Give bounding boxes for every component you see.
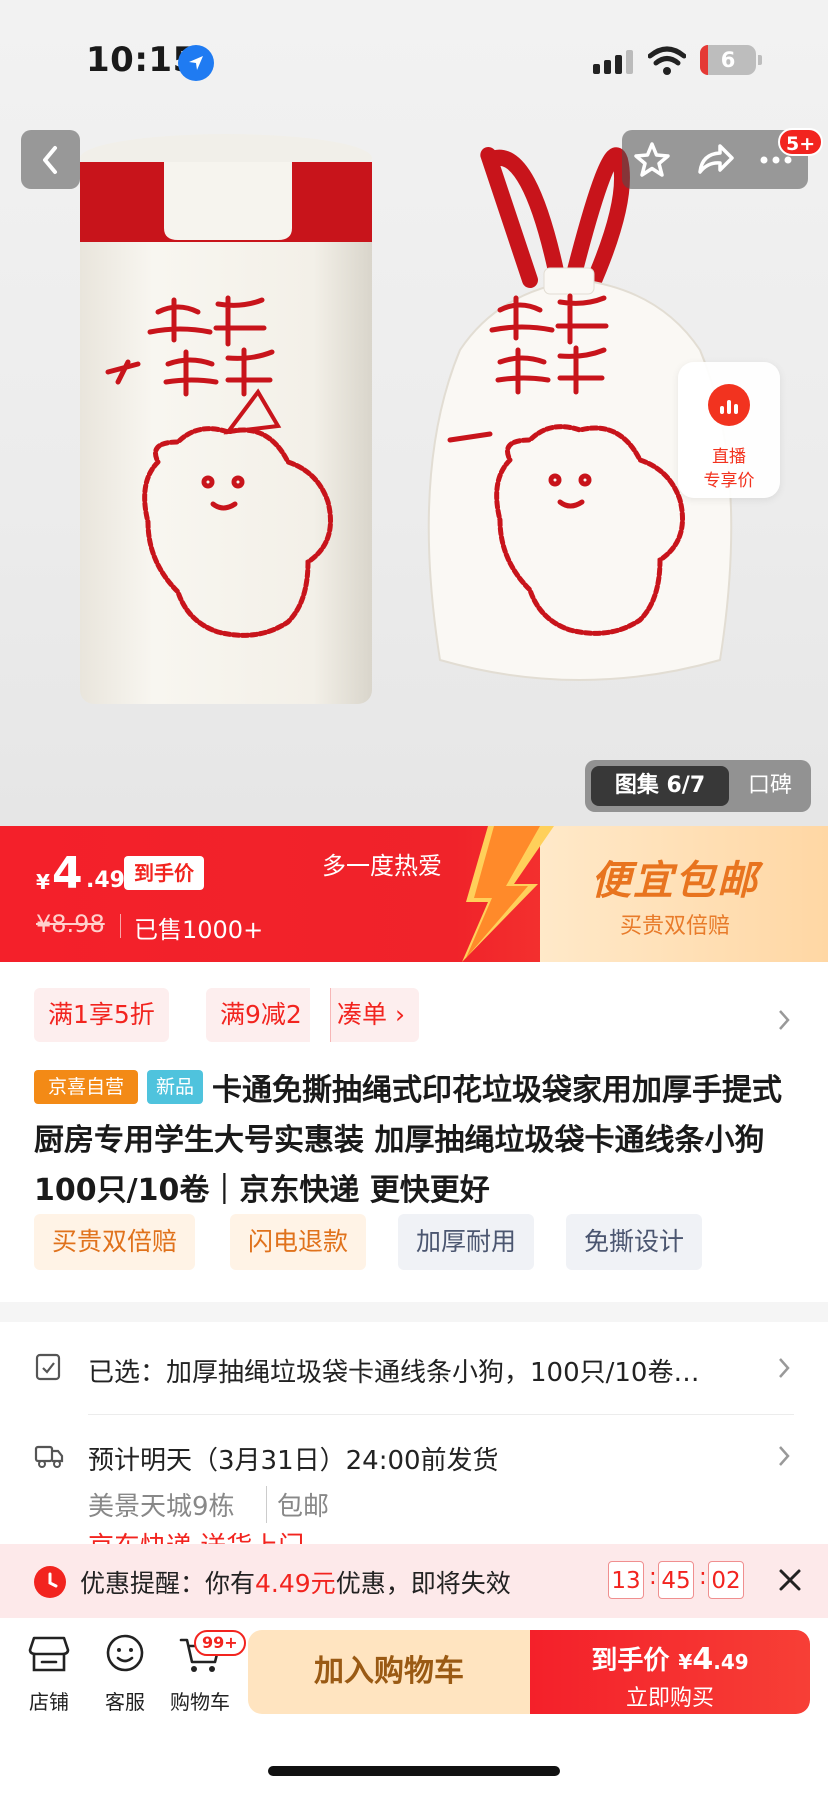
live-price-card[interactable]: 直播 专享价 (678, 362, 780, 498)
live-icon (708, 384, 750, 426)
shipping-location: 美景天城9栋 (88, 1492, 235, 1522)
price-decimal: .49 (86, 868, 125, 893)
message-count-badge: 5+ (778, 128, 824, 156)
status-bar: 10:15 6 (0, 0, 828, 120)
spec-box-icon (35, 1353, 61, 1381)
service-tag[interactable]: 加厚耐用 (398, 1214, 535, 1270)
reminder-text: 优惠提醒：你有4.49元优惠，即将失效 (80, 1564, 511, 1600)
customer-service-nav[interactable]: 客服 (90, 1632, 160, 1715)
buy-now-button[interactable]: 到手价 ¥4.49 立即购买 (530, 1630, 810, 1714)
buy-price-currency: ¥ (678, 1650, 693, 1674)
reminder-suffix: 优惠，即将失效 (335, 1569, 511, 1598)
self-operated-tag: 京喜自营 (34, 1070, 138, 1104)
coupon-bundle-link[interactable]: 凑单 › (330, 988, 419, 1042)
courier-label: 京东快递 送货上门 (88, 1526, 304, 1544)
final-price-tag: 到手价 (124, 856, 204, 890)
add-to-cart-button[interactable]: 加入购物车 (248, 1630, 530, 1714)
price-integer: 4 (52, 848, 83, 899)
service-tag[interactable]: 闪电退款 (230, 1214, 367, 1270)
service-tag[interactable]: 免撕设计 (566, 1214, 703, 1270)
free-shipping-label: 包邮 (266, 1486, 329, 1523)
gallery-switcher: 图集 6/7 口碑 (585, 760, 811, 812)
chat-face-icon (106, 1634, 144, 1672)
delivery-truck-icon (34, 1445, 64, 1468)
sold-count: 已售1000+ (134, 916, 264, 944)
clock-icon (34, 1566, 66, 1598)
cart-count-badge: 99+ (194, 1630, 246, 1656)
chevron-right-icon (779, 1358, 790, 1378)
review-tab[interactable]: 口碑 (735, 766, 805, 806)
share-button[interactable] (684, 130, 744, 189)
live-label: 直播 (712, 447, 746, 467)
divider (120, 914, 121, 938)
battery-icon: 6 (700, 45, 762, 75)
product-image-area[interactable]: 10:15 6 5+ 直播 专享价 图集 6/7 口碑 (0, 0, 828, 826)
original-price: ¥8.98 (36, 910, 105, 938)
home-indicator (268, 1766, 560, 1776)
countdown-hours: 13 (608, 1561, 644, 1599)
promo-title: 便宜包邮 (591, 858, 759, 904)
service-label: 客服 (105, 1690, 145, 1714)
buy-price-integer: 4 (692, 1642, 714, 1677)
store-icon (28, 1636, 70, 1672)
coupon-discount[interactable]: 满1享5折 (34, 988, 169, 1042)
product-roll-image (80, 134, 372, 704)
chevron-left-icon (43, 146, 57, 174)
chevron-right-icon (779, 1446, 790, 1466)
reminder-amount: 4.49元 (255, 1569, 336, 1598)
countdown-minutes: 45 (658, 1561, 694, 1599)
signal-icon (593, 50, 633, 74)
battery-level: 6 (720, 48, 736, 72)
coupon-full-reduction[interactable]: 满9减2 (206, 988, 310, 1042)
chevron-right-icon[interactable] (776, 1008, 792, 1032)
share-icon (698, 144, 734, 174)
buy-price-decimal: .49 (713, 1650, 749, 1674)
countdown-separator: : (649, 1564, 657, 1590)
buy-price-label: 到手价 (591, 1646, 670, 1676)
divider (88, 1414, 794, 1415)
live-sublabel: 专享价 (703, 471, 755, 491)
promo-subtitle: 买贵双倍赔 (619, 914, 730, 939)
wifi-icon (648, 46, 686, 75)
discount-reminder-bar[interactable]: 优惠提醒：你有4.49元优惠，即将失效 13 : 45 : 02 (0, 1544, 828, 1618)
star-icon (634, 142, 670, 177)
selected-spec-text: 已选：加厚抽绳垃圾袋卡通线条小狗，100只/10卷… (88, 1358, 700, 1388)
price-currency: ¥ (36, 870, 50, 894)
store-nav[interactable]: 店铺 (14, 1632, 84, 1715)
location-arrow-icon (178, 45, 214, 81)
back-button[interactable] (21, 130, 80, 189)
gallery-tab[interactable]: 图集 6/7 (591, 766, 729, 806)
close-icon[interactable] (776, 1566, 804, 1594)
service-tag[interactable]: 买贵双倍赔 (34, 1214, 196, 1270)
brand-slogan: 多一度热爱 (322, 852, 442, 880)
favorite-button[interactable] (622, 130, 682, 189)
reminder-prefix: 优惠提醒：你有 (80, 1569, 256, 1598)
countdown-separator: : (699, 1564, 707, 1590)
buy-now-label: 立即购买 (625, 1686, 714, 1711)
buy-price-line: 到手价 ¥4.49 (530, 1640, 810, 1677)
countdown-seconds: 02 (708, 1561, 744, 1599)
shipping-eta: 预计明天（3月31日）24:00前发货 (88, 1446, 499, 1476)
new-product-tag: 新品 (147, 1070, 203, 1104)
section-divider (0, 1302, 828, 1322)
price-banner: ¥ 4 .49 到手价 ¥8.98 已售1000+ 多一度热爱 便宜包邮 买贵双… (0, 826, 828, 962)
cart-label: 购物车 (170, 1690, 230, 1714)
store-label: 店铺 (29, 1690, 69, 1714)
